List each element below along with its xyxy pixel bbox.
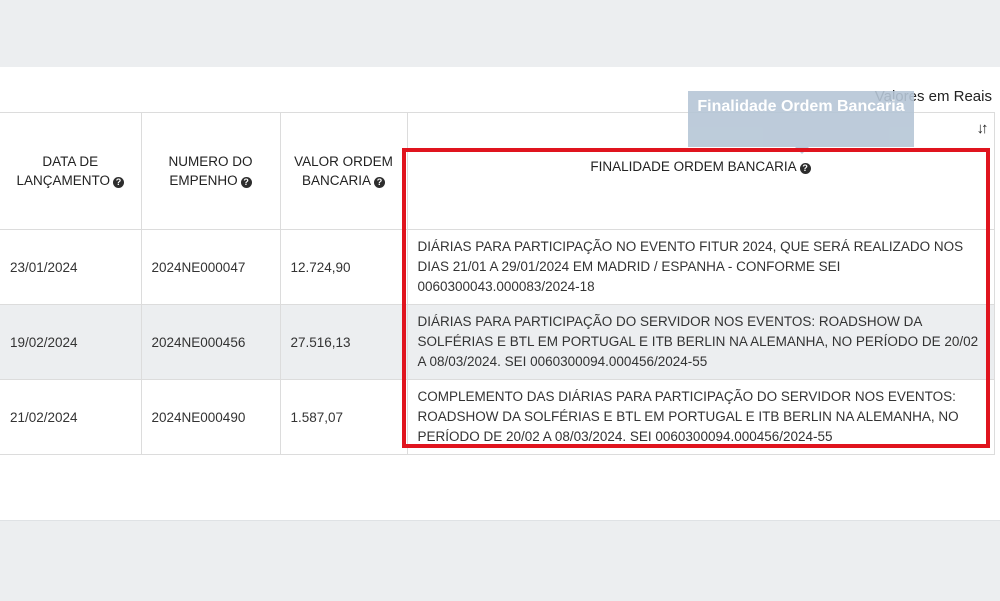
question-circle-icon[interactable]: ? (374, 177, 386, 188)
table-row: 23/01/2024 2024NE000047 12.724,90 DIÁRIA… (0, 229, 995, 305)
cell-finalidade: DIÁRIAS PARA PARTICIPAÇÃO NO EVENTO FITU… (406, 229, 995, 305)
table-row: 21/02/2024 2024NE000490 1.587,07 COMPLEM… (0, 379, 995, 455)
cell-empenho: 2024NE000490 (140, 379, 281, 455)
cell-valor: 1.587,07 (279, 379, 408, 455)
top-band (0, 0, 1000, 67)
column-header-date-label: DATA DE LANÇAMENTO (16, 154, 111, 188)
column-header-valor[interactable]: VALOR ORDEM BANCARIA? (279, 112, 408, 230)
cell-date: 23/01/2024 (0, 229, 142, 305)
sort-arrows-icon[interactable]: ↓↑ (977, 119, 989, 138)
payments-table: DATA DE LANÇAMENTO? NUMERO DO EMPENHO? V… (0, 112, 995, 455)
column-header-date[interactable]: DATA DE LANÇAMENTO? (0, 112, 142, 230)
cell-empenho: 2024NE000047 (140, 229, 281, 305)
column-header-finalidade-label: FINALIDADE ORDEM BANCARIA (590, 159, 797, 174)
column-header-empenho-label: NUMERO DO EMPENHO (168, 154, 253, 188)
bottom-band (0, 520, 1000, 601)
question-circle-icon[interactable]: ? (240, 177, 252, 188)
cell-valor: 12.724,90 (279, 229, 408, 305)
cell-empenho: 2024NE000456 (140, 304, 281, 380)
table-row: 19/02/2024 2024NE000456 27.516,13 DIÁRIA… (0, 304, 995, 380)
column-tooltip: Finalidade Ordem Bancaria (688, 91, 914, 154)
column-header-empenho[interactable]: NUMERO DO EMPENHO? (140, 112, 281, 230)
cell-date: 19/02/2024 (0, 304, 142, 380)
cell-finalidade: DIÁRIAS PARA PARTICIPAÇÃO DO SERVIDOR NO… (406, 304, 995, 380)
cell-date: 21/02/2024 (0, 379, 142, 455)
question-circle-icon[interactable]: ? (799, 163, 811, 174)
cell-finalidade: COMPLEMENTO DAS DIÁRIAS PARA PARTICIPAÇÃ… (406, 379, 995, 455)
question-circle-icon[interactable]: ? (113, 177, 125, 188)
cell-valor: 27.516,13 (279, 304, 408, 380)
